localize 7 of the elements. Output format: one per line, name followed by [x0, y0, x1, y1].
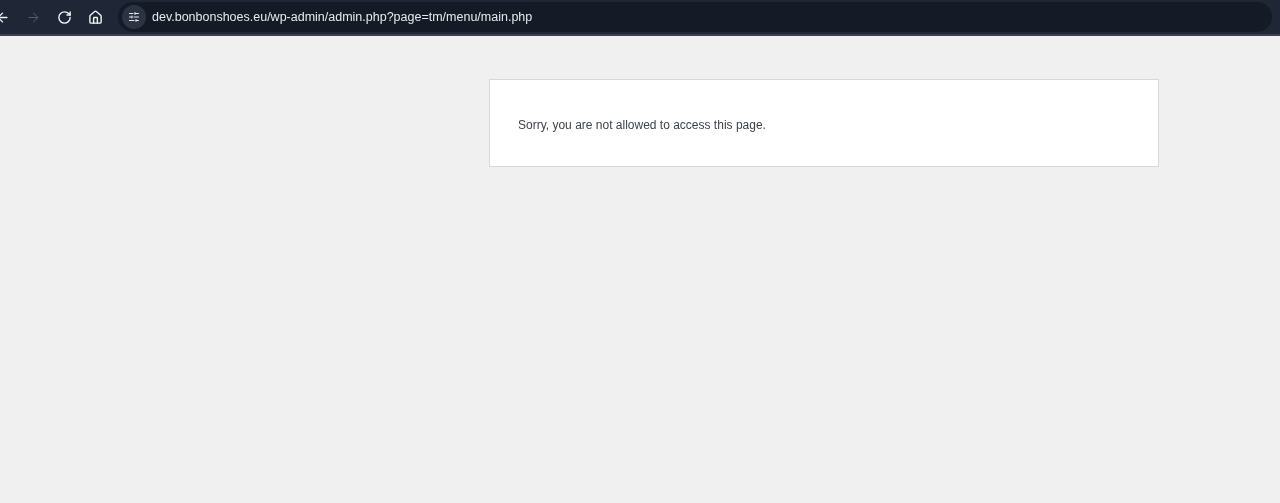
- site-settings-icon[interactable]: [122, 5, 146, 29]
- error-message: Sorry, you are not allowed to access this page.: [518, 117, 766, 134]
- address-bar[interactable]: dev.bonbonshoes.eu/wp-admin/admin.php?page=tm/menu/main.php: [118, 2, 1272, 32]
- url-text: dev.bonbonshoes.eu/wp-admin/admin.php?page=tm/menu/main.php: [152, 8, 533, 26]
- back-icon[interactable]: [0, 9, 10, 25]
- home-icon[interactable]: [88, 9, 103, 25]
- reload-icon[interactable]: [57, 9, 72, 25]
